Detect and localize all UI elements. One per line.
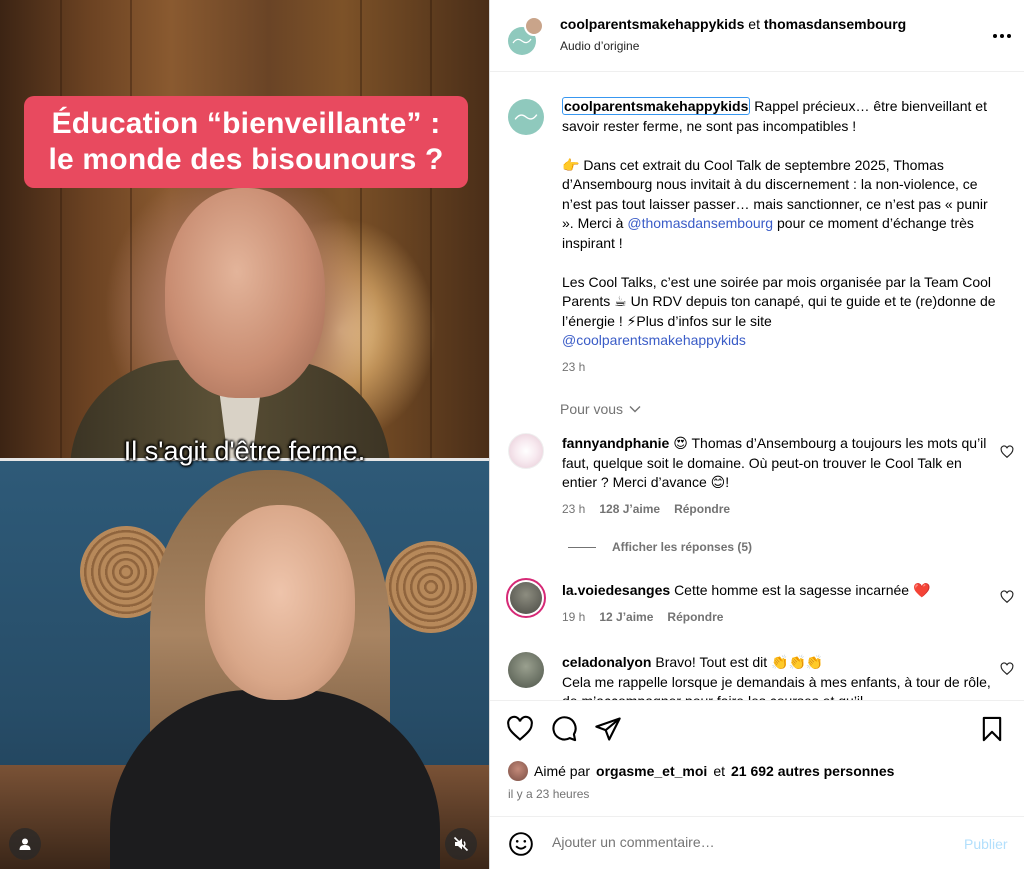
like-comment-heart-icon[interactable] [1000, 590, 1014, 604]
comment-meta: 19 h 12 J’aime Répondre [562, 610, 723, 624]
man-face [165, 188, 325, 398]
reel-video[interactable]: Éducation “bienveillante” : le monde des… [0, 0, 489, 869]
comment-meta: 23 h 128 J’aime Répondre [562, 502, 730, 516]
avatar[interactable] [508, 433, 544, 469]
comments-scroll-area[interactable]: coolparentsmakehappykids Rappel précieux… [490, 73, 1024, 700]
avatar-with-story-ring[interactable] [506, 578, 546, 618]
comment-time[interactable]: 23 h [562, 502, 585, 516]
likes-summary[interactable]: Aimé par orgasme_et_moi et 21 692 autres… [508, 761, 894, 781]
woman-face [205, 505, 355, 700]
comment-likes[interactable]: 12 J’aime [599, 610, 653, 624]
comment-input[interactable] [552, 834, 932, 850]
comment-likes[interactable]: 128 J’aime [599, 502, 660, 516]
replies-divider [568, 546, 596, 548]
like-comment-heart-icon[interactable] [1000, 662, 1014, 676]
video-title-line2: le monde des bisounours ? [48, 143, 444, 176]
liked-by-prefix: Aimé par [534, 763, 591, 779]
avatar [508, 761, 528, 781]
reply-button[interactable]: Répondre [674, 502, 730, 516]
avatar[interactable] [508, 99, 544, 135]
liked-by-others[interactable]: 21 692 autres personnes [731, 763, 894, 779]
avatar [510, 582, 542, 614]
comment: fannyandphanie 😍 Thomas d’Ansembourg a t… [562, 434, 992, 493]
comment-time[interactable]: 19 h [562, 610, 585, 624]
comment-text: Bravo! Tout est dit 👏👏👏 [655, 654, 824, 670]
more-horizontal-icon [1007, 34, 1011, 38]
muted-speaker-icon [453, 836, 469, 852]
caption-author-link[interactable]: coolparentsmakehappykids [562, 97, 751, 115]
wood-panel [60, 0, 62, 460]
liked-by-user[interactable]: orgasme_et_moi [596, 763, 707, 779]
avatar[interactable] [508, 652, 544, 688]
wood-panel [360, 0, 362, 460]
share-icon[interactable] [594, 715, 622, 743]
comment-author[interactable]: la.voiedesanges [562, 582, 670, 598]
author-link[interactable]: coolparentsmakehappykids [560, 16, 744, 32]
tagged-users-button[interactable] [9, 828, 41, 860]
original-audio-link[interactable]: Audio d’origine [560, 39, 639, 53]
wall-basket [385, 541, 477, 633]
show-replies-label: Afficher les réponses (5) [612, 540, 753, 554]
like-comment-heart-icon[interactable] [1000, 445, 1014, 459]
brand-logo-icon [512, 38, 532, 44]
reply-button[interactable]: Répondre [667, 610, 723, 624]
avatar[interactable] [524, 16, 544, 36]
instagram-post-view: Éducation “bienveillante” : le monde des… [0, 0, 1024, 869]
comment: celadonalyon Bravo! Tout est dit 👏👏👏 Cel… [562, 653, 992, 700]
video-subtitle: Il s'agit d'être ferme. [123, 436, 366, 466]
video-title-line1: Éducation “bienveillante” : [51, 107, 441, 140]
caption-timestamp[interactable]: 23 h [562, 360, 585, 374]
heart-icon[interactable] [506, 715, 534, 743]
comment-author[interactable]: fannyandphanie [562, 435, 669, 451]
more-horizontal-icon [1000, 34, 1004, 38]
add-comment-bar: Publier [490, 816, 1024, 869]
video-title-banner: Éducation “bienveillante” : le monde des… [24, 96, 468, 188]
more-options-button[interactable] [990, 24, 1014, 48]
comment-author[interactable]: celadonalyon [562, 654, 651, 670]
comment-text: Cette homme est la sagesse incarnée ❤️ [674, 582, 931, 598]
video-top-frame [0, 0, 489, 470]
mention-link[interactable]: @coolparentsmakehappykids [562, 331, 1002, 351]
mention-link[interactable]: @thomasdansembourg [627, 215, 773, 231]
sort-label: Pour vous [560, 401, 624, 417]
brand-logo-icon [514, 114, 538, 120]
post-side-panel: coolparentsmakehappykids et thomasdansem… [489, 0, 1024, 869]
post-header: coolparentsmakehappykids et thomasdansem… [490, 0, 1024, 72]
user-tag-icon [19, 838, 31, 850]
chevron-down-icon [629, 406, 641, 413]
post-timestamp[interactable]: il y a 23 heures [508, 787, 589, 801]
show-replies-button[interactable]: Afficher les réponses (5) [568, 540, 752, 554]
comment-icon[interactable] [550, 715, 578, 743]
coauthor-link[interactable]: thomasdansembourg [764, 16, 906, 32]
authors-joiner: et [748, 16, 760, 32]
post-caption: coolparentsmakehappykids Rappel précieux… [562, 97, 1002, 351]
wood-panel [430, 0, 432, 460]
post-actions: Aimé par orgasme_et_moi et 21 692 autres… [490, 700, 1024, 816]
comment: la.voiedesanges Cette homme est la sages… [562, 581, 992, 601]
publish-button[interactable]: Publier [964, 836, 1008, 852]
bookmark-icon[interactable] [978, 715, 1006, 743]
mute-toggle-button[interactable] [445, 828, 477, 860]
post-authors: coolparentsmakehappykids et thomasdansem… [560, 16, 906, 32]
comment-sort-dropdown[interactable]: Pour vous [560, 401, 641, 417]
caption-text: Les Cool Talks, c’est une soirée par moi… [562, 273, 996, 329]
liked-by-joiner: et [713, 763, 725, 779]
emoji-icon[interactable] [508, 831, 534, 857]
more-horizontal-icon [993, 34, 997, 38]
comment-text: Cela me rappelle lorsque je demandais à … [562, 673, 991, 701]
